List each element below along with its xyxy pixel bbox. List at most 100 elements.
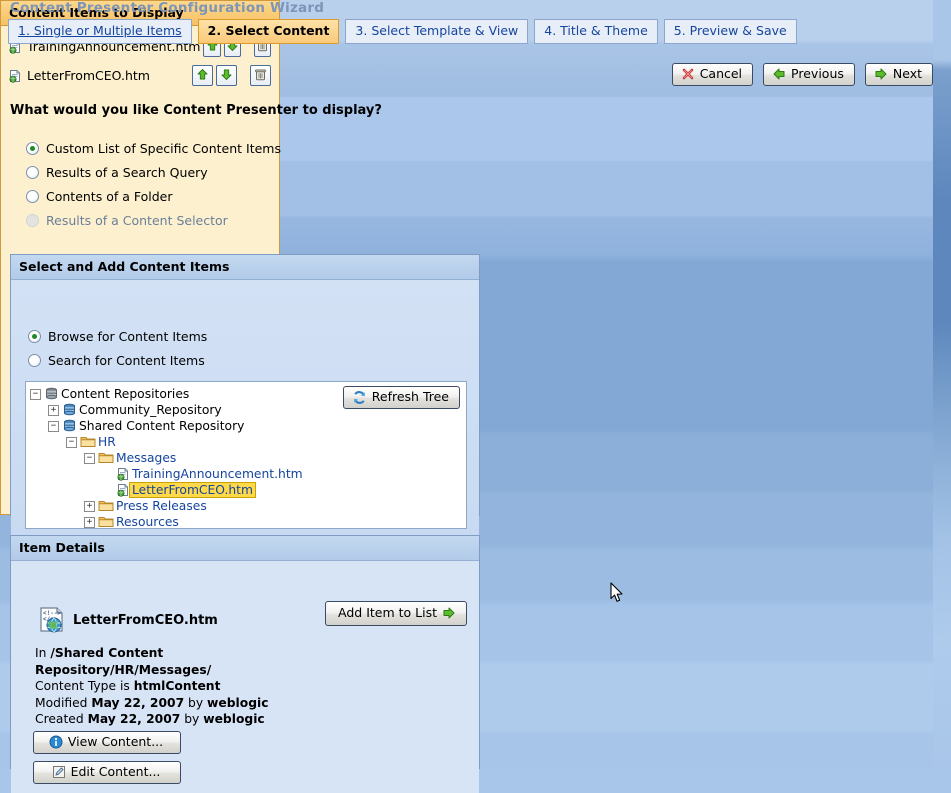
list-item[interactable]: LetterFromCEO.htm <box>1 61 279 90</box>
tab-select-content[interactable]: 2. Select Content <box>197 19 340 44</box>
repository-icon <box>62 403 77 418</box>
red-x-icon <box>681 67 695 81</box>
radio-browse-for-content-items[interactable] <box>28 329 41 343</box>
tree-item-shared-content-repository[interactable]: − Shared Content Repository <box>30 418 305 434</box>
item-content-type-value: htmlContent <box>133 679 221 693</box>
tree-item-content-repositories[interactable]: − Content Repositories <box>30 386 305 402</box>
pencil-icon <box>52 765 66 779</box>
green-left-arrow-icon <box>772 67 786 81</box>
radio-search-row[interactable]: Search for Content Items <box>28 348 207 372</box>
tree-label: Community_Repository <box>79 403 222 417</box>
browse-search-group: Browse for Content Items Search for Cont… <box>28 324 207 372</box>
tree-connector <box>102 485 113 496</box>
radio-search-query[interactable] <box>26 165 39 179</box>
tab-single-or-multiple-items[interactable]: 1. Single or Multiple Items <box>8 19 192 44</box>
green-down-arrow-icon <box>220 68 233 84</box>
tab-select-template-view[interactable]: 3. Select Template & View <box>345 19 529 44</box>
select-and-add-panel: Select and Add Content Items Browse for … <box>10 254 480 540</box>
expander-collapse-icon[interactable]: − <box>30 388 41 400</box>
move-up-button[interactable] <box>192 65 213 86</box>
previous-button-label: Previous <box>791 66 844 81</box>
folder-icon <box>80 435 96 449</box>
refresh-tree-button[interactable]: Refresh Tree <box>342 386 460 409</box>
radio-content-selector-label: Results of a Content Selector <box>46 212 228 228</box>
view-content-label: View Content... <box>67 734 164 749</box>
tree-connector <box>102 469 113 480</box>
item-created-row: Created May 22, 2007 by weblogic <box>35 711 335 728</box>
expander-collapse-icon[interactable]: − <box>48 420 59 432</box>
tree-item-press-releases[interactable]: + Press Releases <box>30 498 305 514</box>
radio-contents-of-folder[interactable] <box>26 189 39 203</box>
item-details-panel: Item Details <!--> </a> LetterFromCEO <box>10 535 480 793</box>
tab-preview-save[interactable]: 5. Preview & Save <box>663 19 797 44</box>
expander-expand-icon[interactable]: + <box>84 500 95 512</box>
view-content-button[interactable]: View Content... <box>33 731 181 754</box>
tree-label: Resources <box>116 515 179 529</box>
item-content-type-prefix: Content Type is <box>35 679 134 693</box>
expander-expand-icon[interactable]: + <box>84 516 95 528</box>
html-document-icon <box>8 69 22 83</box>
radio-search-label: Search for Content Items <box>48 352 205 368</box>
tree-label-selected: LetterFromCEO.htm <box>129 482 256 498</box>
select-and-add-panel-body: Browse for Content Items Search for Cont… <box>11 280 479 540</box>
folder-icon <box>98 515 114 528</box>
tree-item-community-repository[interactable]: + Community_Repository <box>30 402 305 418</box>
previous-button[interactable]: Previous <box>763 63 855 86</box>
item-created-date: May 22, 2007 <box>87 712 181 726</box>
tree-label: TrainingAnnouncement.htm <box>132 467 303 481</box>
repository-icon <box>62 419 77 434</box>
page-title: Content Presenter Configuration Wizard <box>10 0 325 16</box>
item-location-path: /Shared Content Repository/HR/Messages/ <box>35 646 212 677</box>
tree-label: HR <box>98 435 116 449</box>
item-location-prefix: In <box>35 646 51 660</box>
mouse-cursor <box>610 582 625 607</box>
tree-label: Content Repositories <box>61 387 190 401</box>
delete-item-button[interactable] <box>250 65 271 86</box>
tree-item-letterfromceo[interactable]: LetterFromCEO.htm <box>30 482 305 498</box>
content-repository-tree[interactable]: Refresh Tree − Content Repositories + Co… <box>25 381 467 529</box>
radio-search-query-row[interactable]: Results of a Search Query <box>26 160 281 184</box>
html-document-globe-icon: <!--> </a> <box>37 605 67 635</box>
folder-icon <box>98 451 114 465</box>
tree-root: − Content Repositories + Community_Repos… <box>30 386 305 529</box>
tree-item-resources[interactable]: + Resources <box>30 514 305 529</box>
wizard-step-tabs: 1. Single or Multiple Items 2. Select Co… <box>8 19 797 44</box>
html-document-icon <box>116 467 130 481</box>
move-down-button[interactable] <box>216 65 237 86</box>
expander-collapse-icon[interactable]: − <box>66 436 77 448</box>
expander-collapse-icon[interactable]: − <box>84 452 95 464</box>
add-item-button-wrap: Add Item to List <box>325 601 467 626</box>
cancel-button[interactable]: Cancel <box>671 63 754 86</box>
radio-search-for-content-items[interactable] <box>28 353 41 367</box>
edit-content-button[interactable]: Edit Content... <box>33 761 181 784</box>
item-location-row: In /Shared Content Repository/HR/Message… <box>35 645 335 678</box>
radio-custom-list[interactable] <box>26 141 39 155</box>
tree-label: Messages <box>116 451 177 465</box>
tree-label: Shared Content Repository <box>79 419 245 433</box>
trash-icon <box>254 68 267 84</box>
tree-item-trainingannouncement[interactable]: TrainingAnnouncement.htm <box>30 466 305 482</box>
item-modified-row: Modified May 22, 2007 by weblogic <box>35 695 335 712</box>
radio-contents-of-folder-row[interactable]: Contents of a Folder <box>26 184 281 208</box>
tree-item-messages[interactable]: − Messages <box>30 450 305 466</box>
item-modified-date: May 22, 2007 <box>91 695 185 710</box>
item-created-by-prefix: by <box>180 712 204 726</box>
add-item-to-list-button[interactable]: Add Item to List <box>325 601 467 626</box>
refresh-tree-label: Refresh Tree <box>371 389 449 404</box>
wizard-toolbar: Cancel Previous Next <box>671 63 933 86</box>
html-document-icon <box>116 483 130 497</box>
radio-search-query-label: Results of a Search Query <box>46 164 208 180</box>
next-button-label: Next <box>892 66 922 81</box>
expander-expand-icon[interactable]: + <box>48 404 59 416</box>
green-up-arrow-icon <box>196 68 209 84</box>
radio-browse-row[interactable]: Browse for Content Items <box>28 324 207 348</box>
item-details-panel-title: Item Details <box>11 536 479 561</box>
green-right-arrow-icon <box>442 606 456 620</box>
display-question-label: What would you like Content Presenter to… <box>10 103 382 118</box>
tree-item-hr[interactable]: − HR <box>30 434 305 450</box>
tab-title-theme[interactable]: 4. Title & Theme <box>534 19 658 44</box>
display-options-group: Custom List of Specific Content Items Re… <box>26 136 281 232</box>
radio-custom-list-row[interactable]: Custom List of Specific Content Items <box>26 136 281 160</box>
item-created-prefix: Created <box>35 712 88 726</box>
next-button[interactable]: Next <box>864 63 933 86</box>
